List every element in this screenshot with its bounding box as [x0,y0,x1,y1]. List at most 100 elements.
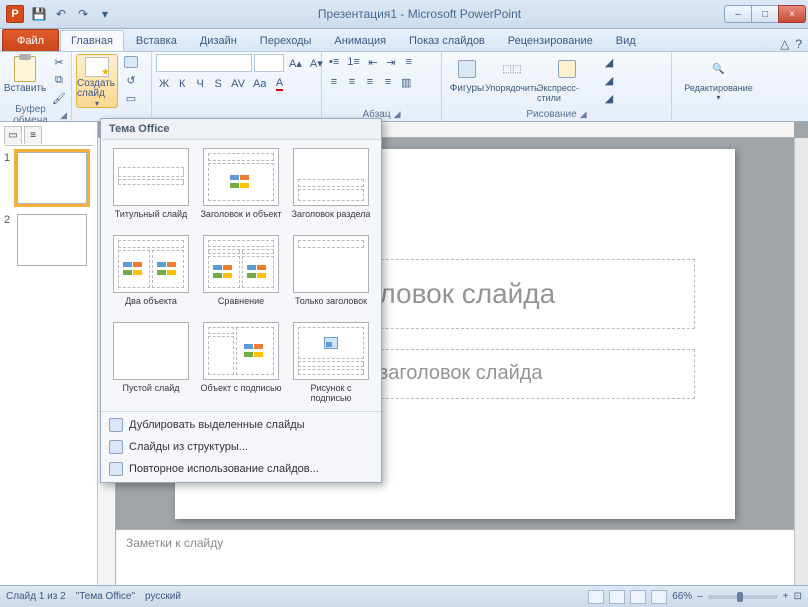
underline-button[interactable]: Ч [192,76,208,92]
editing-button[interactable]: 🔍 Редактирование ▾ [676,54,761,108]
clipboard-launcher-icon[interactable]: ◢ [60,110,67,121]
reset-icon[interactable]: ↺ [121,72,141,88]
tab-insert[interactable]: Вставка [125,30,188,51]
outline-tab-icon[interactable]: ≡ [24,126,42,144]
minimize-button[interactable]: – [724,5,752,23]
vertical-scrollbar[interactable] [794,138,808,585]
zoom-slider[interactable] [708,595,778,599]
layout-picture-caption[interactable]: Рисунок с подписью [289,322,373,403]
slides-tab-icon[interactable]: ▭ [4,126,22,144]
undo-icon[interactable]: ↶ [52,5,70,23]
paragraph-launcher-icon[interactable]: ◢ [394,109,401,120]
layout-title-only[interactable]: Только заголовок [289,235,373,316]
section-icon[interactable]: ▭ [121,90,141,106]
chevron-down-icon: ▾ [95,99,99,108]
italic-button[interactable]: К [174,76,190,92]
thumbnail-2[interactable]: 2 [4,214,93,266]
status-slide-info: Слайд 1 из 2 [6,591,66,602]
maximize-button[interactable]: □ [751,5,779,23]
group-editing: 🔍 Редактирование ▾ [672,52,767,121]
layout-icon[interactable] [121,54,141,70]
fit-to-window-icon[interactable]: ⊡ [794,591,802,602]
line-spacing-icon[interactable]: ≡ [401,54,417,70]
new-slide-button[interactable]: Создать слайд ▾ [76,54,118,108]
reading-view-icon[interactable] [630,590,646,604]
tab-home[interactable]: Главная [60,30,124,51]
tab-transitions[interactable]: Переходы [249,30,323,51]
tab-slideshow[interactable]: Показ слайдов [398,30,496,51]
paste-icon [14,56,36,82]
layout-label: Сравнение [218,296,264,316]
shape-outline-icon[interactable]: ◢ [601,72,617,88]
shapes-button[interactable]: Фигуры [446,54,488,108]
layout-content-caption[interactable]: Объект с подписью [199,322,283,403]
layout-comparison[interactable]: Сравнение [199,235,283,316]
thumb-number: 1 [4,152,14,164]
increase-indent-icon[interactable]: ⇥ [383,54,399,70]
shape-effects-icon[interactable]: ◢ [601,90,617,106]
char-spacing-button[interactable]: AV [228,76,248,92]
shape-fill-icon[interactable]: ◢ [601,54,617,70]
layout-label: Пустой слайд [123,383,180,403]
cmd-duplicate-slides[interactable]: Дублировать выделенные слайды [101,414,381,436]
tab-animations[interactable]: Анимация [323,30,397,51]
copy-icon[interactable]: ⧉ [49,72,69,88]
change-case-button[interactable]: Aa [250,76,269,92]
cut-icon[interactable]: ✂ [49,54,69,70]
layout-section-header[interactable]: Заголовок раздела [289,148,373,229]
picture-icon [324,337,338,349]
redo-icon[interactable]: ↷ [74,5,92,23]
slide-thumb[interactable] [17,152,87,204]
tab-view[interactable]: Вид [605,30,647,51]
align-right-icon[interactable]: ≡ [362,74,378,90]
status-language[interactable]: русский [145,591,181,602]
paste-button[interactable]: Вставить [4,54,46,108]
paste-label: Вставить [4,83,46,94]
bold-button[interactable]: Ж [156,76,172,92]
notes-pane[interactable]: Заметки к слайду [116,529,794,585]
layout-blank[interactable]: Пустой слайд [109,322,193,403]
minimize-ribbon-icon[interactable]: △ [780,37,789,51]
cmd-reuse-slides[interactable]: Повторное использование слайдов... [101,458,381,480]
save-icon[interactable]: 💾 [30,5,48,23]
zoom-level[interactable]: 66% [672,591,692,602]
font-color-icon[interactable]: A [272,76,288,92]
tab-design[interactable]: Дизайн [189,30,248,51]
zoom-in-button[interactable]: + [783,591,789,602]
justify-icon[interactable]: ≡ [380,74,396,90]
layout-label: Только заголовок [295,296,367,316]
cmd-slides-from-outline[interactable]: Слайды из структуры... [101,436,381,458]
decrease-indent-icon[interactable]: ⇤ [365,54,381,70]
increase-font-icon[interactable]: A▴ [286,55,305,71]
font-size-select[interactable] [254,54,284,72]
bullets-icon[interactable]: •≡ [326,54,342,70]
slide-thumb[interactable] [17,214,87,266]
font-name-select[interactable] [156,54,252,72]
close-button[interactable]: × [778,5,806,23]
tab-review[interactable]: Рецензирование [497,30,604,51]
arrange-button[interactable]: ⬚⬚ Упорядочить [491,54,533,108]
zoom-handle[interactable] [737,592,743,602]
layout-title-slide[interactable]: Титульный слайд [109,148,193,229]
sorter-view-icon[interactable] [609,590,625,604]
slideshow-view-icon[interactable] [651,590,667,604]
document-name: Презентация1 [318,7,397,21]
quick-styles-button[interactable]: Экспресс-стили [536,54,598,108]
layout-title-content[interactable]: Заголовок и объект [199,148,283,229]
align-left-icon[interactable]: ≡ [326,74,342,90]
normal-view-icon[interactable] [588,590,604,604]
help-icon[interactable]: ? [795,37,802,51]
strike-button[interactable]: S [210,76,226,92]
slide-panel: ▭ ≡ 1 2 [0,122,98,585]
columns-icon[interactable]: ▥ [398,74,414,90]
thumbnail-1[interactable]: 1 [4,152,93,204]
drawing-launcher-icon[interactable]: ◢ [580,109,587,120]
layout-two-content[interactable]: Два объекта [109,235,193,316]
align-center-icon[interactable]: ≡ [344,74,360,90]
zoom-out-button[interactable]: – [697,591,703,602]
qat-dropdown-icon[interactable]: ▾ [96,5,114,23]
status-theme: "Тема Office" [76,591,135,602]
numbering-icon[interactable]: 1≡ [344,54,363,70]
tab-file[interactable]: Файл [2,29,59,51]
window-title: Презентация1 - Microsoft PowerPoint [114,7,725,21]
